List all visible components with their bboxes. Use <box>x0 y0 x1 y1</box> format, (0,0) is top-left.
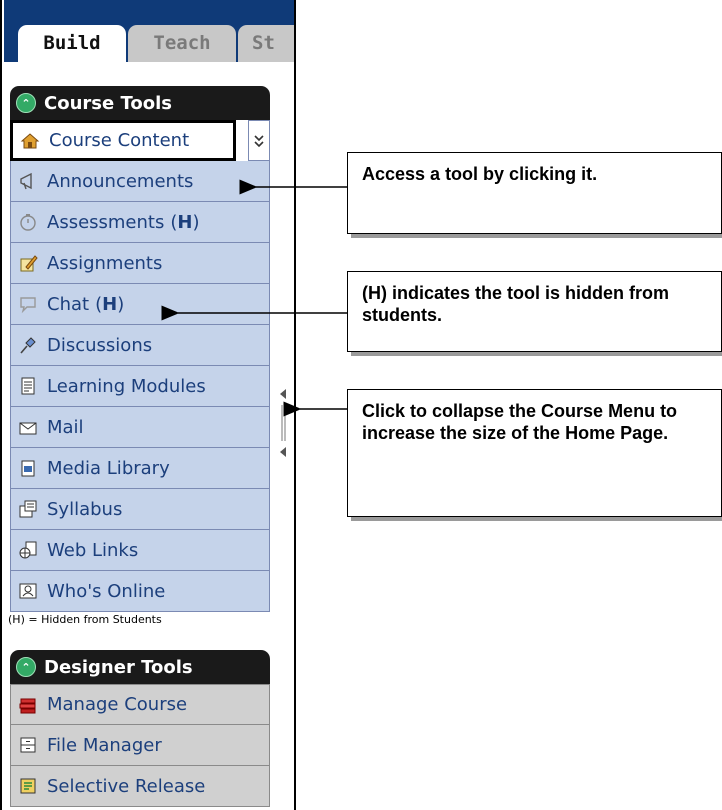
callout-arrows <box>161 179 347 417</box>
